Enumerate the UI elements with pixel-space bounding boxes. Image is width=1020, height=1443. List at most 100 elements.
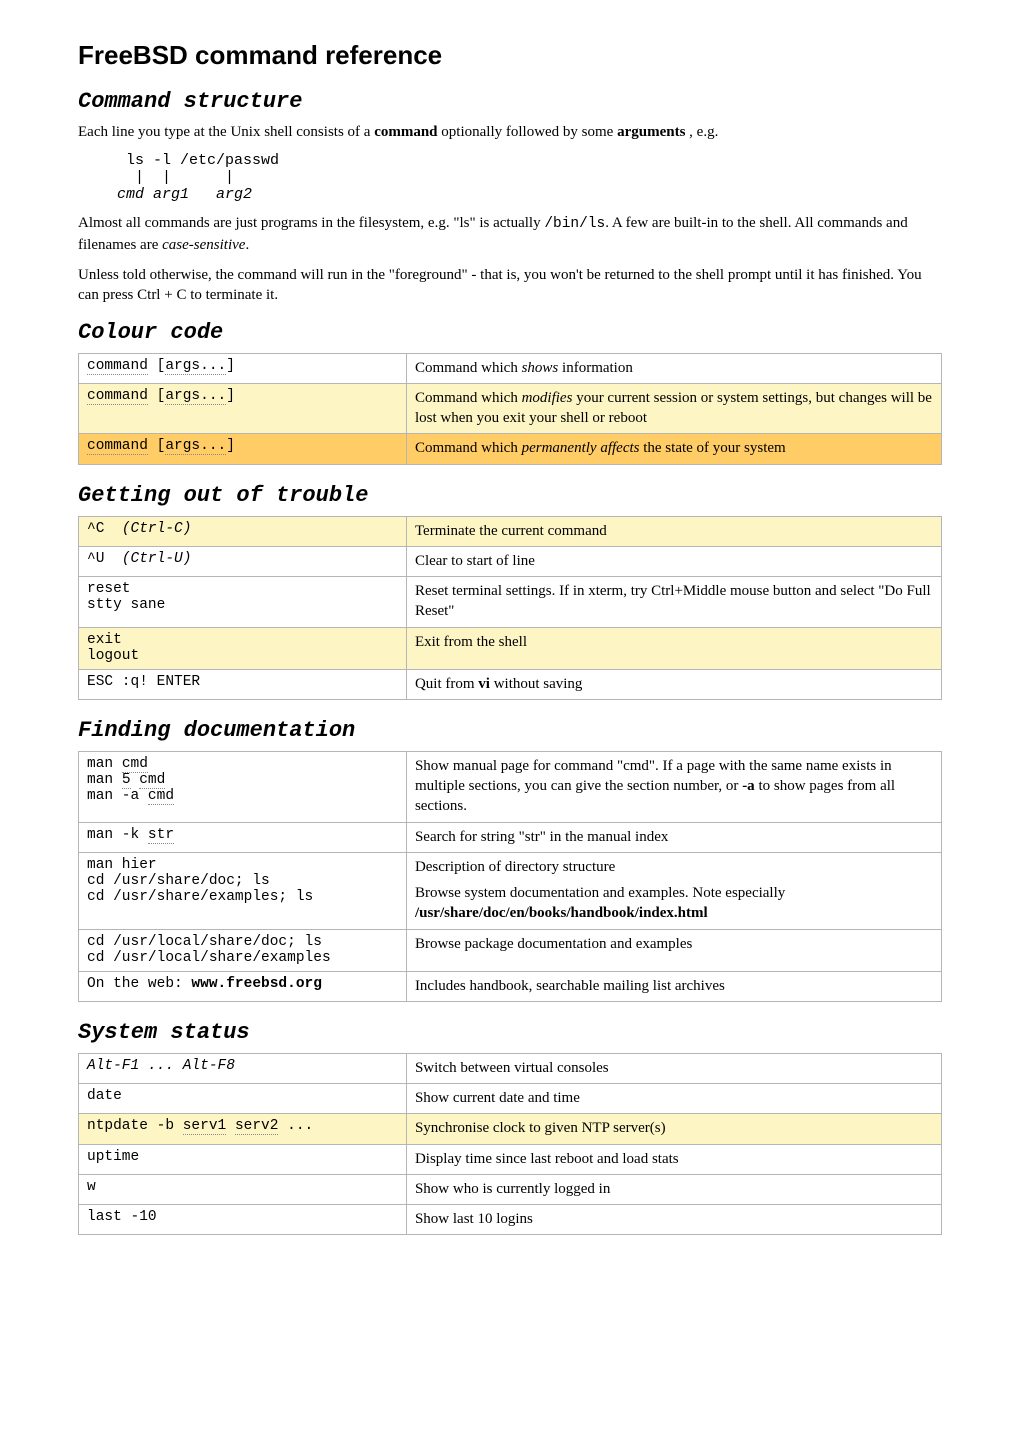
text-italic: modifies	[522, 390, 573, 406]
arg-underline: serv1	[183, 1118, 227, 1135]
text: the state of your system	[639, 440, 785, 456]
status-last: last -10	[79, 1205, 407, 1235]
docs-local-desc: Browse package documentation and example…	[406, 929, 941, 971]
text: ...	[278, 1118, 313, 1134]
section-trouble: Getting out of trouble	[78, 483, 942, 508]
text-bold: command	[374, 124, 437, 140]
docs-man-desc: Show manual page for command "cmd". If a…	[406, 751, 941, 822]
text-bold: vi	[478, 676, 490, 692]
docs-web-desc: Includes handbook, searchable mailing li…	[406, 971, 941, 1001]
text: without saving	[490, 676, 583, 692]
text-italic: Alt-F1 ... Alt-F8	[87, 1058, 235, 1074]
code-line: ls -l /etc/passwd	[108, 152, 279, 169]
status-uptime: uptime	[79, 1144, 407, 1174]
table-row: w Show who is currently logged in	[79, 1174, 942, 1204]
arg-underline: args...	[165, 388, 226, 405]
arg-underline: cmd	[139, 772, 165, 789]
docs-web: On the web: www.freebsd.org	[79, 971, 407, 1001]
table-row: ntpdate -b serv1 serv2 ... Synchronise c…	[79, 1114, 942, 1144]
trouble-ctrl-u-desc: Clear to start of line	[406, 546, 941, 576]
trouble-exit-desc: Exit from the shell	[406, 627, 941, 669]
colour-code-table: command [args...] Command which shows in…	[78, 353, 942, 465]
docs-man-k-desc: Search for string "str" in the manual in…	[406, 822, 941, 852]
text: cd /usr/share/examples; ls	[87, 889, 313, 905]
cmd-structure-example: ls -l /etc/passwd | | | cmd arg1 arg2	[108, 152, 942, 203]
docs-man-k: man -k str	[79, 822, 407, 852]
bracket: [	[148, 438, 165, 454]
text: cd /usr/local/share/doc; ls	[87, 934, 322, 950]
arg-underline: command	[87, 388, 148, 405]
trouble-vi-quit: ESC :q! ENTER	[79, 669, 407, 699]
docs-table: man cmd man 5 cmd man -a cmd Show manual…	[78, 751, 942, 1002]
arg-underline: cmd	[148, 788, 174, 805]
arg-underline: args...	[165, 438, 226, 455]
trouble-table: ^C (Ctrl-C) Terminate the current comman…	[78, 516, 942, 700]
text: cd /usr/local/share/examples	[87, 950, 331, 966]
bracket: [	[148, 388, 165, 404]
text: man -a	[87, 788, 148, 804]
text-italic: (Ctrl-C)	[122, 521, 192, 537]
trouble-exit: exit logout	[79, 627, 407, 669]
table-row: cd /usr/local/share/doc; ls cd /usr/loca…	[79, 929, 942, 971]
text	[131, 772, 140, 788]
text: Command which	[415, 440, 522, 456]
text: Command which	[415, 390, 522, 406]
status-ntpdate-desc: Synchronise clock to given NTP server(s)	[406, 1114, 941, 1144]
inline-code: /bin/ls	[544, 216, 605, 232]
table-row: date Show current date and time	[79, 1084, 942, 1114]
colour-desc-modifies: Command which modifies your current sess…	[406, 383, 941, 434]
text: Browse system documentation and examples…	[415, 885, 785, 901]
text: ntpdate -b	[87, 1118, 183, 1134]
colour-row-shows: command [args...] Command which shows in…	[79, 353, 942, 383]
table-row: On the web: www.freebsd.org Includes han…	[79, 971, 942, 1001]
status-ntpdate: ntpdate -b serv1 serv2 ...	[79, 1114, 407, 1144]
section-command-structure: Command structure	[78, 89, 942, 114]
text: Command which	[415, 360, 522, 376]
bracket: ]	[226, 438, 235, 454]
bracket: ]	[226, 388, 235, 404]
text: man -k	[87, 827, 148, 843]
code-line: | | |	[108, 169, 234, 186]
text: Browse system documentation and examples…	[415, 883, 933, 924]
table-row: ^U (Ctrl-U) Clear to start of line	[79, 546, 942, 576]
table-row: exit logout Exit from the shell	[79, 627, 942, 669]
status-uptime-desc: Display time since last reboot and load …	[406, 1144, 941, 1174]
table-row: Alt-F1 ... Alt-F8 Switch between virtual…	[79, 1053, 942, 1083]
text: Description of directory structure	[415, 857, 933, 877]
text-bold: /usr/share/doc/en/books/handbook/index.h…	[415, 905, 708, 921]
table-row: man cmd man 5 cmd man -a cmd Show manual…	[79, 751, 942, 822]
docs-local: cd /usr/local/share/doc; ls cd /usr/loca…	[79, 929, 407, 971]
bracket: [	[148, 358, 165, 374]
text: , e.g.	[685, 124, 718, 140]
table-row: man -k str Search for string "str" in th…	[79, 822, 942, 852]
text: information	[558, 360, 633, 376]
colour-cmd-shows: command [args...]	[79, 353, 407, 383]
cmd-structure-intro: Each line you type at the Unix shell con…	[78, 122, 942, 142]
status-altf-desc: Switch between virtual consoles	[406, 1053, 941, 1083]
colour-desc-shows: Command which shows information	[406, 353, 941, 383]
trouble-ctrl-c: ^C (Ctrl-C)	[79, 516, 407, 546]
colour-row-modifies: command [args...] Command which modifies…	[79, 383, 942, 434]
colour-desc-permanent: Command which permanently affects the st…	[406, 434, 941, 464]
text: .	[245, 237, 249, 253]
table-row: ^C (Ctrl-C) Terminate the current comman…	[79, 516, 942, 546]
status-date-desc: Show current date and time	[406, 1084, 941, 1114]
text: On the web:	[87, 976, 191, 992]
arg-underline: args...	[165, 358, 226, 375]
docs-hier: man hier cd /usr/share/doc; ls cd /usr/s…	[79, 852, 407, 929]
status-w: w	[79, 1174, 407, 1204]
trouble-ctrl-u: ^U (Ctrl-U)	[79, 546, 407, 576]
bracket: ]	[226, 358, 235, 374]
trouble-vi-quit-desc: Quit from vi without saving	[406, 669, 941, 699]
status-table: Alt-F1 ... Alt-F8 Switch between virtual…	[78, 1053, 942, 1236]
text-bold: arguments	[617, 124, 685, 140]
text-italic: permanently affects	[522, 440, 640, 456]
section-status: System status	[78, 1020, 942, 1045]
text: man	[87, 756, 122, 772]
arg-underline: serv2	[235, 1118, 279, 1135]
trouble-ctrl-c-desc: Terminate the current command	[406, 516, 941, 546]
docs-hier-desc: Description of directory structure Brows…	[406, 852, 941, 929]
colour-row-permanent: command [args...] Command which permanen…	[79, 434, 942, 464]
text: ^U	[87, 551, 122, 567]
cmd-structure-p2: Almost all commands are just programs in…	[78, 213, 942, 255]
